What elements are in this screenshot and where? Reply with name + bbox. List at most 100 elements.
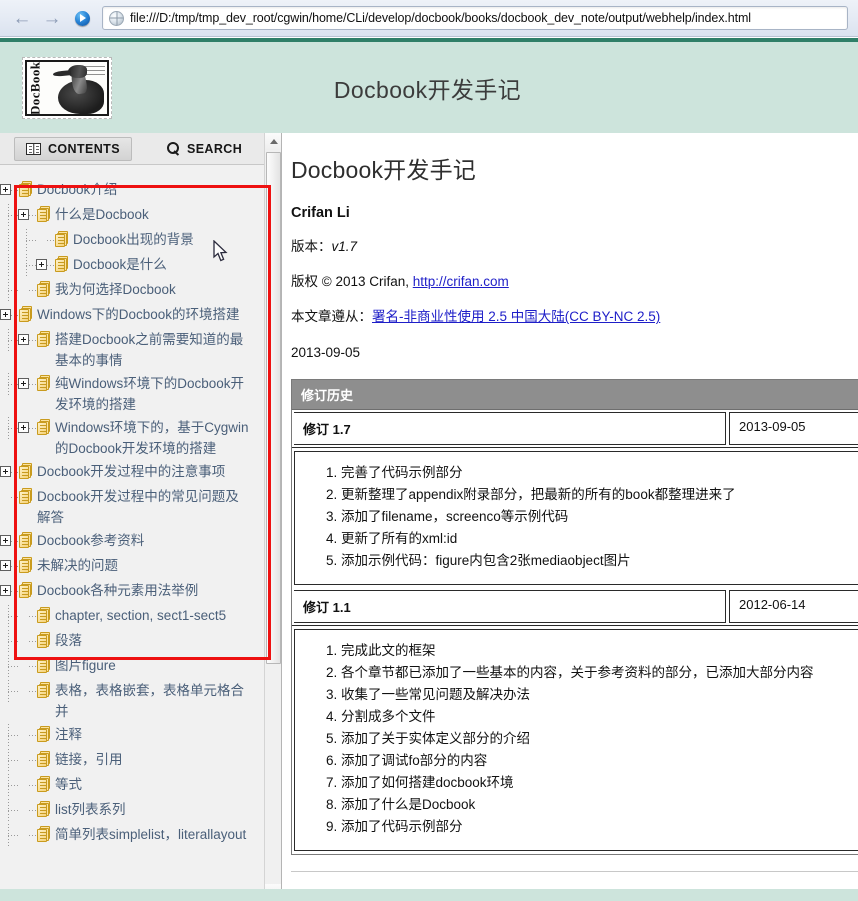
expand-plus-icon[interactable] (36, 259, 47, 270)
toc-item-label: 简单列表simplelist，literallayout (55, 827, 247, 842)
copyright-line: 版权 © 2013 Crifan, http://crifan.com (291, 273, 858, 291)
revision-history-caption: 修订历史 (292, 379, 858, 410)
document-page-icon (19, 582, 33, 598)
scrollbar-thumb[interactable] (266, 152, 281, 664)
expand-plus-icon[interactable] (0, 466, 11, 477)
tree-connector (29, 417, 36, 440)
toc-scrollbar[interactable] (264, 133, 281, 901)
document-page-icon (37, 726, 51, 742)
tab-search-label: SEARCH (186, 141, 243, 156)
document-page-icon (37, 826, 51, 842)
expand-plus-icon[interactable] (18, 422, 29, 433)
tree-guide (18, 254, 36, 277)
toc-item-8[interactable]: Windows环境下的，基于Cygwin的Docbook开发环境的搭建 (0, 416, 256, 460)
forward-button[interactable]: → (37, 4, 67, 32)
toc-item-label: Docbook开发过程中的常见问题及解答 (37, 489, 239, 525)
document-page-icon (37, 331, 51, 347)
toc-item-5[interactable]: Windows下的Docbook的环境搭建 (0, 303, 256, 328)
tree-guide (0, 824, 18, 847)
toc-item-6[interactable]: 搭建Docbook之前需要知道的最基本的事情 (0, 328, 256, 372)
tree-guides (0, 229, 36, 252)
tree-guides (0, 204, 18, 227)
revision-item: 各个章节都已添加了一些基本的内容，关于参考资料的部分，已添加大部分内容 (341, 662, 858, 684)
tree-connector (29, 799, 36, 822)
toc-item-13[interactable]: Docbook各种元素用法举例 (0, 579, 256, 604)
revision-body: 完成此文的框架各个章节都已添加了一些基本的内容，关于参考资料的部分，已添加大部分… (294, 628, 858, 851)
toc-item-label: 等式 (55, 777, 82, 792)
toc-item-label: 图片figure (55, 658, 116, 673)
expand-plus-icon[interactable] (0, 184, 11, 195)
tab-contents[interactable]: CONTENTS (14, 136, 132, 161)
toc-scroll-area[interactable]: Docbook介绍 什么是Docbook Docbook出现的背景 Docbook是什… (0, 166, 265, 901)
revision-item: 添加了调试fo部分的内容 (341, 750, 858, 772)
tree-connector (29, 824, 36, 847)
toc-item-11[interactable]: Docbook参考资料 (0, 529, 256, 554)
revision-item: 分割成多个文件 (341, 706, 858, 728)
revision-header-row: 修订 1.7 2013-09-05 (292, 410, 858, 448)
tree-connector (29, 724, 36, 747)
go-navigate-icon[interactable] (69, 4, 95, 32)
tab-search[interactable]: SEARCH (156, 137, 253, 161)
document-page-icon (37, 375, 51, 391)
toc-item-21[interactable]: list列表系列 (0, 798, 256, 823)
toc-item-17[interactable]: 表格，表格嵌套，表格单元格合并 (0, 679, 256, 723)
document-page-icon (37, 419, 51, 435)
document-page-icon (19, 488, 33, 504)
revision-date: 2013-09-05 (729, 411, 858, 445)
tree-guides (0, 724, 18, 747)
tree-guides (0, 680, 18, 703)
document-page-icon (37, 751, 51, 767)
expand-plus-icon[interactable] (0, 585, 11, 596)
toc-item-label: chapter, section, sect1-sect5 (55, 608, 227, 623)
revision-item: 完成此文的框架 (341, 640, 858, 662)
toc-item-14[interactable]: chapter, section, sect1-sect5 (0, 604, 256, 629)
toc-item-20[interactable]: 等式 (0, 773, 256, 798)
expand-plus-icon[interactable] (0, 309, 11, 320)
expand-plus-icon[interactable] (0, 535, 11, 546)
license-link[interactable]: 署名-非商业性使用 2.5 中国大陆(CC BY-NC 2.5) (372, 309, 660, 324)
copyright-link[interactable]: http://crifan.com (413, 274, 509, 289)
tree-guide (0, 605, 18, 628)
toc-item-16[interactable]: 图片figure (0, 654, 256, 679)
docbook-logo: DocBook (22, 56, 112, 119)
toc-item-12[interactable]: 未解决的问题 (0, 554, 256, 579)
toc-item-19[interactable]: 链接，引用 (0, 748, 256, 773)
expand-plus-icon[interactable] (18, 378, 29, 389)
tree-guide (0, 680, 18, 703)
tree-connector (11, 530, 18, 553)
document-page-icon (37, 801, 51, 817)
toc-item-label: Docbook开发过程中的注意事项 (37, 464, 226, 479)
tree-guide (0, 799, 18, 822)
tree-guides (0, 373, 18, 396)
toc-item-22[interactable]: 简单列表simplelist，literallayout (0, 823, 256, 848)
tree-connector (29, 605, 36, 628)
toc-item-1[interactable]: 什么是Docbook (0, 203, 256, 228)
toc-item-7[interactable]: 纯Windows环境下的Docbook开发环境的搭建 (0, 372, 256, 416)
tree-guide (0, 229, 18, 252)
tree-connector (11, 580, 18, 603)
tree-connector (29, 373, 36, 396)
toc-item-18[interactable]: 注释 (0, 723, 256, 748)
toc-item-label: 什么是Docbook (55, 207, 149, 222)
expand-plus-icon[interactable] (18, 334, 29, 345)
toc-item-4[interactable]: 我为何选择Docbook (0, 278, 256, 303)
back-button[interactable]: ← (7, 4, 37, 32)
expand-plus-icon[interactable] (18, 209, 29, 220)
scroll-up-button[interactable] (265, 133, 281, 150)
expand-plus-icon[interactable] (0, 560, 11, 571)
toc-item-15[interactable]: 段落 (0, 629, 256, 654)
tree-connector (29, 680, 36, 703)
revision-item: 完善了代码示例部分 (341, 462, 858, 484)
toc-item-10[interactable]: Docbook开发过程中的常见问题及解答 (0, 485, 256, 529)
toc-item-0[interactable]: Docbook介绍 (0, 178, 256, 203)
document-page-icon (19, 532, 33, 548)
toc-tabs: CONTENTS SEARCH (0, 133, 265, 165)
version-value: v1.7 (331, 239, 358, 254)
address-bar[interactable]: file:///D:/tmp/tmp_dev_root/cgwin/home/C… (102, 6, 848, 30)
toc-item-9[interactable]: Docbook开发过程中的注意事项 (0, 460, 256, 485)
tree-connector (29, 749, 36, 772)
document-title: Docbook开发手记 (291, 157, 476, 183)
toc-item-label: 表格，表格嵌套，表格单元格合并 (55, 683, 244, 719)
tree-connector (29, 774, 36, 797)
tree-guide (0, 204, 18, 227)
